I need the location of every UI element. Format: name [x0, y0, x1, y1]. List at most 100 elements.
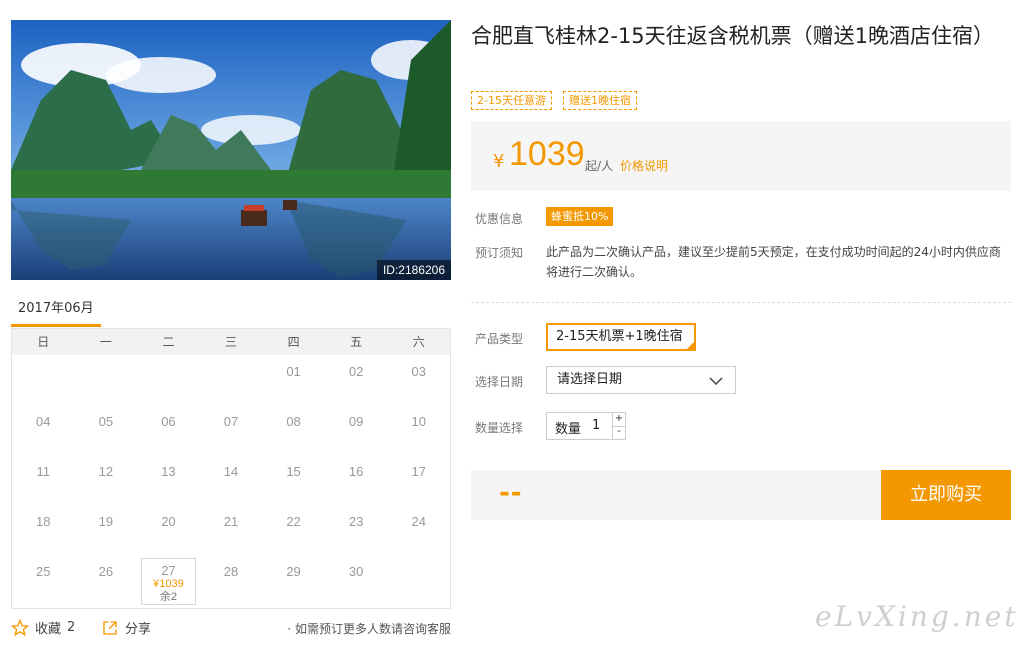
quantity-value[interactable]: 1 — [592, 418, 600, 433]
promo-badge: 蜂蜜抵10% — [546, 207, 614, 226]
buy-now-button[interactable]: 立即购买 — [881, 470, 1011, 520]
booking-calendar: 日 一 二 三 四 五 六 01 02 03 04 05 06 07 08 09 10 11 12 13… — [11, 328, 451, 609]
calendar-day: 01 — [262, 355, 325, 405]
calendar-empty-cell — [75, 355, 138, 405]
calendar-day: 12 — [75, 455, 138, 505]
calendar-day-number: 01 — [286, 364, 301, 379]
weekday-label: 四 — [287, 335, 300, 349]
price-explanation-link[interactable]: 价格说明 — [620, 157, 668, 174]
product-tags: 2-15天任意游 赠送1晚住宿 — [471, 91, 637, 110]
calendar-day: 26 — [75, 555, 138, 605]
date-label: 选择日期 — [475, 375, 524, 389]
weekday-label: 一 — [99, 335, 112, 349]
calendar-day-number: 11 — [36, 464, 51, 479]
calendar-day-number: 12 — [98, 464, 114, 479]
calendar-day: 14 — [200, 455, 263, 505]
calendar-day[interactable]: 27 ¥1039 余2 — [141, 558, 196, 605]
total-price: -- — [499, 478, 523, 508]
share-button[interactable]: 分享 — [101, 618, 151, 637]
notice-label: 预订须知 — [475, 246, 524, 260]
calendar-day-number: 17 — [411, 464, 426, 479]
consult-service-note: · 如需预订更多人数请咨询客服 — [287, 622, 451, 636]
calendar-day-number: 16 — [348, 464, 364, 479]
favorite-button[interactable]: 收藏 2 — [11, 618, 75, 637]
site-watermark: eLvXing.net — [815, 600, 1019, 633]
image-id-label: ID:2186206 — [376, 260, 451, 280]
calendar-day: 22 — [262, 505, 325, 555]
calendar-day: 20 — [137, 505, 200, 555]
share-icon — [103, 620, 117, 635]
calendar-day: 05 — [75, 405, 138, 455]
booking-notice-text: 此产品为二次确认产品，建议至少提前5天预定，在支付成功时间起的24小时内供应商将… — [546, 245, 1001, 279]
quantity-label: 数量选择 — [475, 421, 524, 435]
calendar-day-number: 04 — [36, 414, 51, 429]
calendar-day: 03 — [387, 355, 450, 405]
calendar-day-number: 19 — [98, 514, 114, 529]
calendar-day: 21 — [200, 505, 263, 555]
price-unit: 起/人 — [585, 159, 614, 173]
calendar-day-number: 23 — [348, 514, 364, 529]
calendar-day: 25 — [12, 555, 75, 605]
calendar-day: 07 — [200, 405, 263, 455]
calendar-day-number: 27 — [161, 563, 176, 578]
calendar-day: 17 — [387, 455, 450, 505]
quantity-field-label: 数量 — [555, 422, 582, 437]
calendar-day-price: ¥1039 — [153, 578, 184, 590]
product-title: 合肥直飞桂林2-15天往返含税机票（赠送1晚酒店住宿） — [471, 24, 995, 48]
calendar-day: 09 — [325, 405, 388, 455]
calendar-day-number: 03 — [411, 364, 426, 379]
calendar-day: 19 — [75, 505, 138, 555]
quantity-plus-button[interactable]: + — [612, 413, 625, 427]
divider — [471, 302, 1011, 303]
calendar-day-number: 30 — [348, 564, 364, 579]
calendar-empty-cell — [200, 355, 263, 405]
calendar-day-number: 14 — [223, 464, 239, 479]
date-placeholder: 请选择日期 — [557, 372, 623, 387]
calendar-day-number: 09 — [348, 414, 364, 429]
calendar-day: 28 — [200, 555, 263, 605]
star-icon — [11, 618, 29, 636]
calendar-day-number: 06 — [161, 414, 176, 429]
calendar-day-number: 02 — [348, 364, 364, 379]
calendar-day-number: 05 — [98, 414, 114, 429]
calendar-grid: 01 02 03 04 05 06 07 08 09 10 11 12 13 14 15 16 17 18 19 20… — [12, 355, 450, 605]
calendar-day: 02 — [325, 355, 388, 405]
share-label: 分享 — [125, 622, 152, 637]
calendar-day-number: 25 — [36, 564, 51, 579]
weekday-label: 六 — [412, 335, 425, 349]
weekday-label: 五 — [350, 335, 363, 349]
calendar-day-number: 18 — [36, 514, 51, 529]
price-amount: 1039 — [509, 135, 585, 173]
price-currency: ¥ — [493, 151, 505, 172]
purchase-bar: -- 立即购买 — [471, 470, 1011, 520]
calendar-day: 24 — [387, 505, 450, 555]
quantity-minus-button[interactable]: - — [612, 426, 625, 439]
calendar-day: 06 — [137, 405, 200, 455]
calendar-day-stock: 余2 — [159, 591, 177, 603]
calendar-day-number: 26 — [98, 564, 114, 579]
calendar-day-number: 29 — [286, 564, 301, 579]
product-type-option[interactable]: 2-15天机票+1晚住宿 — [546, 323, 696, 351]
weekday-label: 日 — [37, 335, 50, 349]
calendar-empty-cell — [137, 355, 200, 405]
calendar-day: 18 — [12, 505, 75, 555]
calendar-day: 08 — [262, 405, 325, 455]
calendar-day-number: 13 — [161, 464, 176, 479]
calendar-day-number: 10 — [411, 414, 426, 429]
calendar-month-tab[interactable]: 2017年06月 — [11, 297, 101, 327]
product-photo: ID:2186206 — [11, 20, 451, 280]
favorite-label: 收藏 — [35, 622, 62, 637]
calendar-day-number: 24 — [411, 514, 426, 529]
calendar-day: 30 — [325, 555, 388, 605]
calendar-day: 23 — [325, 505, 388, 555]
calendar-weekday-header: 日 一 二 三 四 五 六 — [12, 329, 450, 355]
selected-check-icon — [686, 341, 695, 350]
product-type-text: 2-15天机票+1晚住宿 — [556, 329, 683, 344]
price-panel: ¥ 1039 起/人 价格说明 — [471, 121, 1011, 191]
calendar-day-number: 20 — [161, 514, 176, 529]
calendar-day-number: 15 — [286, 464, 301, 479]
calendar-empty-cell — [12, 355, 75, 405]
favorite-count: 2 — [67, 620, 76, 635]
date-select[interactable]: 请选择日期 — [546, 366, 736, 394]
calendar-day: 11 — [12, 455, 75, 505]
